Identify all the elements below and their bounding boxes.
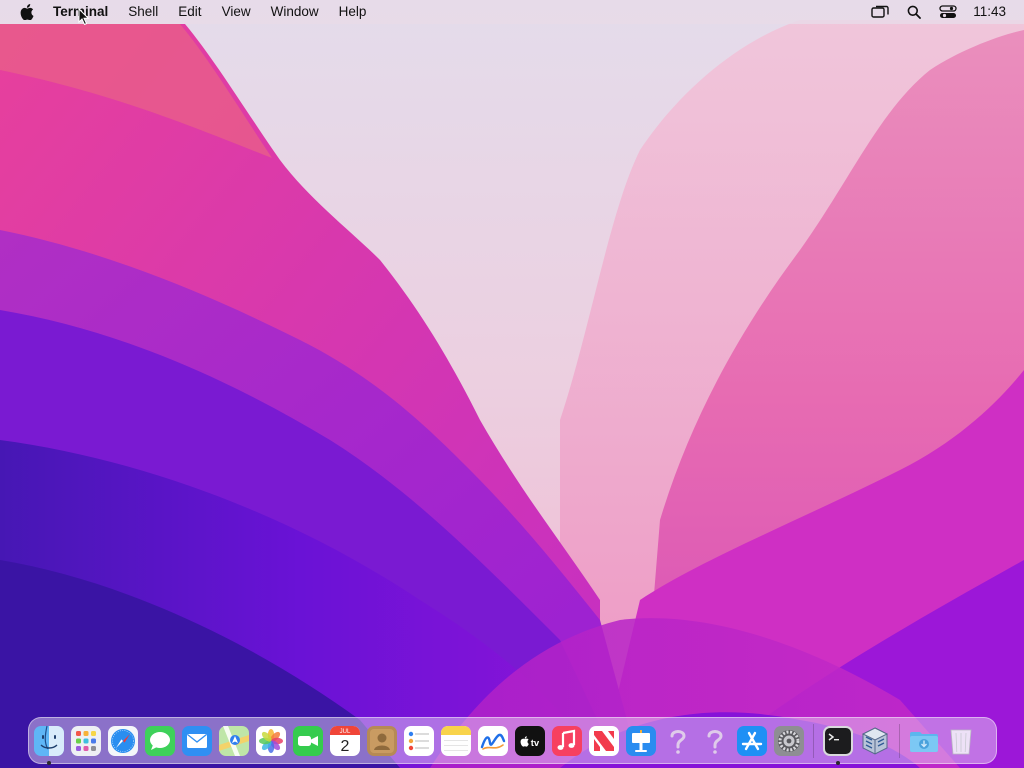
apple-tv-label: tv [531,738,540,749]
dock-separator [899,723,900,758]
menu-view[interactable]: View [212,0,261,24]
menu-edit[interactable]: Edit [168,0,211,24]
apple-tv-icon[interactable]: tv [513,724,547,758]
mouse-cursor-icon [78,8,90,26]
finder-icon[interactable] [32,724,66,765]
question-mark-icon[interactable] [661,724,695,758]
menu-shell[interactable]: Shell [118,0,168,24]
mail-icon[interactable] [180,724,214,758]
dock: JUL 2 tv [28,717,997,765]
safari-icon[interactable] [106,724,140,758]
dock-separator [813,723,814,758]
photos-icon[interactable] [254,724,288,758]
desktop-wallpaper [0,0,1024,768]
reminders-icon[interactable] [402,724,436,758]
keynote-icon[interactable] [624,724,658,758]
question-mark-icon[interactable] [698,724,732,758]
facetime-icon[interactable] [291,724,325,758]
music-icon[interactable] [550,724,584,758]
news-icon[interactable] [587,724,621,758]
contacts-icon[interactable] [365,724,399,758]
control-center-icon[interactable] [931,0,965,24]
search-icon[interactable] [897,0,931,24]
menu-bar: Terminal Shell Edit View Window Help 1 [0,0,1024,24]
downloads-folder-icon[interactable] [907,724,941,758]
freeform-icon[interactable] [476,724,510,758]
menu-help[interactable]: Help [329,0,377,24]
calendar-month-label: JUL [340,729,351,735]
running-indicator [836,760,840,765]
app-store-icon[interactable] [735,724,769,758]
apple-menu-icon[interactable] [17,0,37,24]
notes-icon[interactable] [439,724,473,758]
menu-bar-status-area: 11:43 [863,0,1024,24]
messages-icon[interactable] [143,724,177,758]
maps-icon[interactable] [217,724,251,758]
calendar-day-label: 2 [341,738,350,755]
launchpad-icon[interactable] [69,724,103,758]
calendar-icon[interactable]: JUL 2 [328,724,362,758]
system-preferences-icon[interactable] [772,724,806,758]
terminal-icon[interactable] [821,724,855,765]
menu-bar-clock[interactable]: 11:43 [965,0,1024,24]
menu-window[interactable]: Window [261,0,329,24]
running-indicator [47,760,51,765]
trash-icon[interactable] [944,724,978,758]
virtualbox-icon[interactable] [858,724,892,758]
screen-mirroring-icon[interactable] [863,0,897,24]
